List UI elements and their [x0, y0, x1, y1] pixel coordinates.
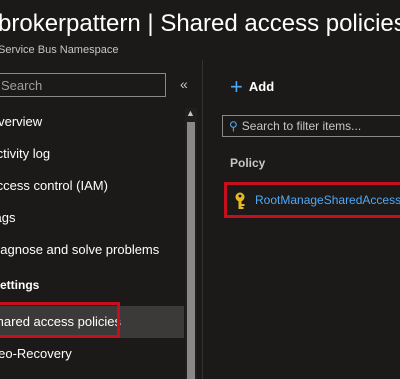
sidebar-item-diagnose[interactable]: Diagnose and solve problems	[0, 234, 184, 266]
sidebar-item-label: Geo-Recovery	[0, 346, 72, 361]
page: brokerpattern | Shared access policies S…	[0, 0, 400, 379]
add-button[interactable]: + Add	[230, 74, 274, 100]
scrollbar-thumb[interactable]	[187, 122, 195, 379]
sidebar-search-input[interactable]: Search	[0, 73, 166, 97]
collapse-sidebar-button[interactable]: «	[180, 76, 188, 92]
sidebar-item-tags[interactable]: Tags	[0, 202, 184, 234]
policy-column-header[interactable]: Policy	[230, 156, 265, 170]
sidebar-item-geo-recovery[interactable]: Geo-Recovery	[0, 338, 184, 370]
key-icon	[235, 192, 245, 209]
sidebar-item-label: Access control (IAM)	[0, 178, 108, 193]
sidebar-item-overview[interactable]: Overview	[0, 106, 184, 138]
sidebar-scrollbar[interactable]: ▲	[185, 108, 197, 379]
sidebar-item-activity-log[interactable]: Activity log	[0, 138, 184, 170]
sidebar-item-shared-access-policies[interactable]: Shared access policies	[0, 306, 184, 338]
sidebar-item-label: Activity log	[0, 146, 51, 161]
sidebar-item-label: Shared access policies	[0, 314, 121, 329]
page-subtitle: Service Bus Namespace	[0, 44, 119, 56]
sidebar-item-label: Diagnose and solve problems	[0, 242, 160, 257]
pane-divider	[202, 60, 203, 379]
filter-placeholder: Search to filter items...	[241, 119, 362, 133]
sidebar-item-label: Overview	[0, 114, 43, 129]
search-icon: ⚲	[229, 119, 238, 133]
page-title: brokerpattern | Shared access policies	[0, 10, 400, 37]
add-button-label: Add	[248, 79, 275, 94]
plus-icon: +	[230, 74, 243, 99]
sidebar-item-access-control[interactable]: Access control (IAM)	[0, 170, 184, 202]
table-row[interactable]: RootManageSharedAccessKey	[224, 182, 400, 218]
filter-input[interactable]: ⚲ Search to filter items...	[222, 115, 400, 137]
policy-name-link[interactable]: RootManageSharedAccessKey	[255, 193, 400, 207]
scroll-up-icon[interactable]: ▲	[186, 108, 195, 118]
sidebar-item-label: Tags	[0, 210, 16, 225]
sidebar-section-settings: Settings	[0, 278, 40, 292]
